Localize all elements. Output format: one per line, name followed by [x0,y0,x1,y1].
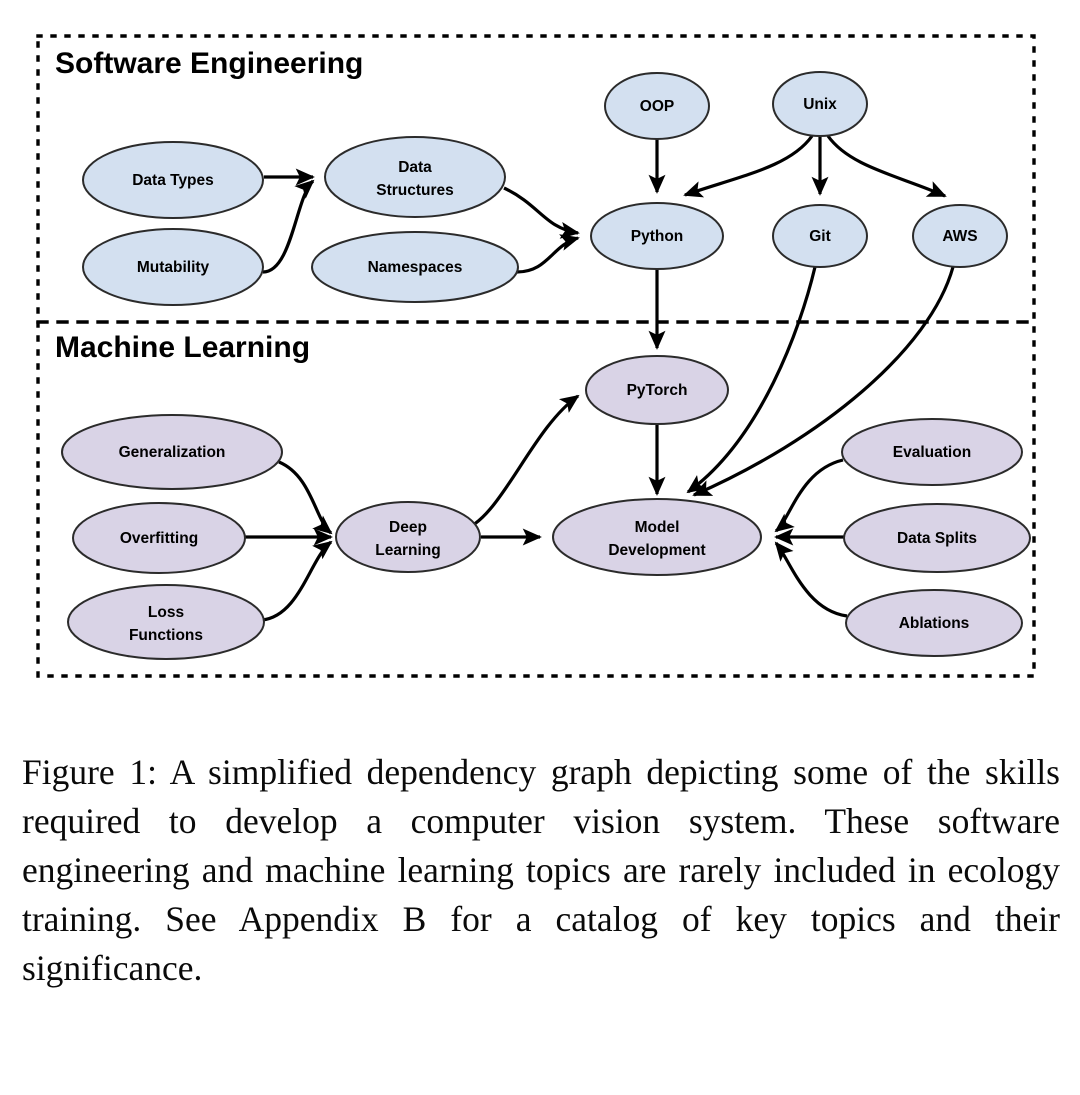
node-shape[interactable] [61,414,283,490]
group-title-software-engineering: Software Engineering [55,47,363,80]
node-aws[interactable]: AWS [912,204,1008,268]
node-data-types[interactable]: Data Types [82,141,264,219]
figure-container: Data Types Mutability Data Structures Na… [0,0,1080,1095]
node-loss-functions[interactable]: Loss Functions [67,584,265,660]
figure-caption: Figure 1: A simplified dependency graph … [22,752,1060,988]
node-data-splits[interactable]: Data Splits [843,503,1031,573]
edge-deep-learning-to-pytorch [459,394,580,533]
node-shape[interactable] [843,503,1031,573]
node-shape[interactable] [67,584,265,660]
node-shape[interactable] [912,204,1008,268]
node-shape[interactable] [841,418,1023,486]
edge-ablations-to-model-development [774,541,848,618]
edge-generalization-to-deep-learning [278,460,333,535]
edge-data-structures-to-python [503,186,580,239]
node-ablations[interactable]: Ablations [845,589,1023,657]
node-shape[interactable] [311,231,519,303]
node-shape[interactable] [772,71,868,137]
edge-loss-functions-to-deep-learning [261,540,333,622]
group-title-machine-learning: Machine Learning [55,331,310,364]
node-model-development[interactable]: Model Development [552,498,762,576]
node-generalization[interactable]: Generalization [61,414,283,490]
node-overfitting[interactable]: Overfitting [72,502,246,574]
node-data-structures[interactable]: Data Structures [324,136,506,218]
node-shape[interactable] [82,228,264,306]
edge-evaluation-to-model-development [774,458,844,533]
node-pytorch[interactable]: PyTorch [585,355,729,425]
node-shape[interactable] [324,136,506,218]
node-shape[interactable] [772,204,868,268]
node-evaluation[interactable]: Evaluation [841,418,1023,486]
edge-namespaces-to-python [516,234,580,274]
node-shape[interactable] [604,72,710,140]
node-shape[interactable] [552,498,762,576]
node-oop[interactable]: OOP [604,72,710,140]
node-namespaces[interactable]: Namespaces [311,231,519,303]
node-shape[interactable] [590,202,724,270]
node-layer: Data Types Mutability Data Structures Na… [61,71,1031,660]
edge-unix-to-python [683,135,814,198]
node-deep-learning[interactable]: Deep Learning [335,501,481,573]
edge-unix-to-aws [826,135,947,198]
node-shape[interactable] [72,502,246,574]
node-git[interactable]: Git [772,204,868,268]
node-shape[interactable] [335,501,481,573]
node-unix[interactable]: Unix [772,71,868,137]
node-python[interactable]: Python [590,202,724,270]
node-shape[interactable] [845,589,1023,657]
node-mutability[interactable]: Mutability [82,228,264,306]
dependency-graph: Data Types Mutability Data Structures Na… [36,34,1036,678]
node-shape[interactable] [585,355,729,425]
edge-mutability-to-data-structures [262,179,315,274]
node-shape[interactable] [82,141,264,219]
